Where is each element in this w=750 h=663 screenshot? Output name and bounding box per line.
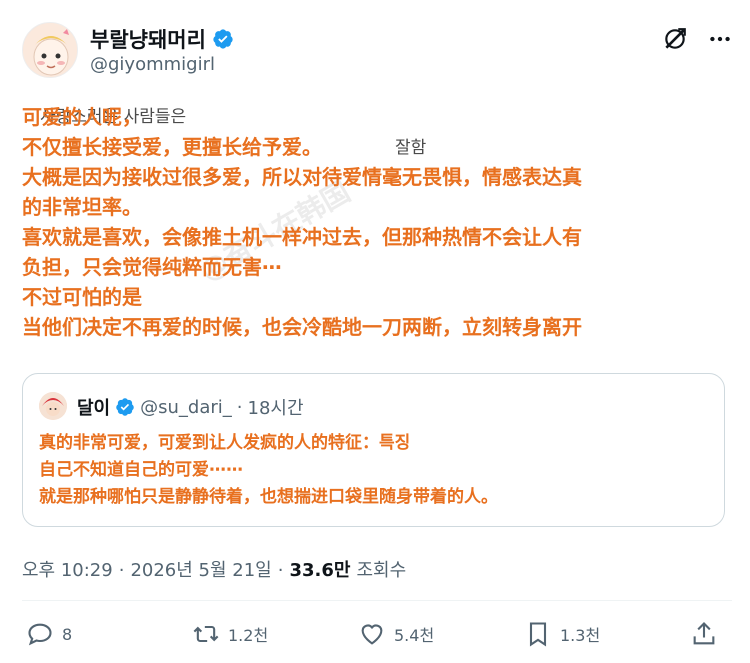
name-row: 부랄냥돼머리 xyxy=(90,24,234,54)
quoted-line: 自己不知道自己的可爱⋯⋯ xyxy=(39,460,243,480)
heart-icon xyxy=(361,624,383,645)
grok-icon[interactable] xyxy=(662,26,688,52)
more-options-icon[interactable] xyxy=(707,26,733,52)
action-bar: 8 1.2천 5.4천 1.3천 xyxy=(22,620,722,654)
share-button[interactable] xyxy=(690,620,718,648)
repost-count: 1.2천 xyxy=(228,626,269,645)
quoted-line: 就是那种哪怕只是静静待着，也想揣进口袋里随身带着的人。 xyxy=(39,487,498,507)
reply-button[interactable]: 8 xyxy=(26,620,72,648)
author-display-name[interactable]: 부랄냥돼머리 xyxy=(90,24,206,54)
post-line: 大概是因为接收过很多爱，所以对待爱情毫无畏惧，情感表达真 xyxy=(22,165,582,189)
like-count: 5.4천 xyxy=(394,626,435,645)
meta-separator: · xyxy=(118,560,125,581)
quoted-time[interactable]: 18시간 xyxy=(248,394,304,420)
view-count-label: 조회수 xyxy=(356,560,407,581)
bookmark-count: 1.3천 xyxy=(560,626,601,645)
avatar[interactable] xyxy=(22,22,78,78)
post-line: 不过可怕的是 xyxy=(22,285,142,309)
post-time[interactable]: 오후 10:29 xyxy=(22,556,113,582)
meta-separator: · xyxy=(277,560,284,581)
repost-icon xyxy=(193,625,219,643)
post-line: 可爱的人呢， xyxy=(22,105,142,129)
post-line: 当他们决定不再爱的时候，也会冷酷地一刀两断，立刻转身离开 xyxy=(22,315,582,339)
share-icon xyxy=(693,622,715,645)
author-handle[interactable]: @giyommigirl xyxy=(90,54,215,75)
post-line: 喜欢就是喜欢，会像推土机一样冲过去，但那种热情不会让人有 xyxy=(22,225,582,249)
repost-button[interactable]: 1.2천 xyxy=(192,620,268,648)
quoted-avatar xyxy=(39,392,67,420)
verified-badge-icon xyxy=(116,398,134,416)
bookmark-button[interactable]: 1.3천 xyxy=(524,620,600,648)
quoted-post[interactable]: 달이 @su_dari_ · 18시간 真的非常可爱，可爱到让人发疯的人的特征：… xyxy=(22,373,725,527)
quoted-body: 真的非常可爱，可爱到让人发疯的人的特征：특징 自己不知道自己的可爱⋯⋯ 就是那种… xyxy=(39,430,498,511)
post-header: 부랄냥돼머리 @giyommigirl xyxy=(22,18,732,82)
like-button[interactable]: 5.4천 xyxy=(358,620,434,648)
post-date[interactable]: 2026년 5월 21일 xyxy=(130,556,271,582)
post-line: 的非常坦率。 xyxy=(22,195,142,219)
reply-count: 8 xyxy=(62,624,73,644)
post-metadata: 오후 10:29 · 2026년 5월 21일 · 33.6만 조회수 xyxy=(22,556,406,582)
divider xyxy=(22,600,732,601)
view-count: 33.6만 xyxy=(289,560,351,581)
post-body: 可爱的人呢， 不仅擅长接受爱，更擅长给予爱。 大概是因为接收过很多爱，所以对待爱… xyxy=(22,102,737,342)
bookmark-icon xyxy=(529,622,547,647)
quoted-handle[interactable]: @su_dari_ xyxy=(140,397,232,418)
meta-separator: · xyxy=(236,396,243,418)
quoted-display-name[interactable]: 달이 xyxy=(77,394,110,420)
reply-icon xyxy=(28,623,52,646)
post-line: 负担，只会觉得纯粹而无害⋯ xyxy=(22,255,282,279)
post-line: 不仅擅长接受爱，更擅长给予爱。 xyxy=(22,135,322,159)
verified-badge-icon xyxy=(213,29,233,49)
quoted-line: 真的非常可爱，可爱到让人发疯的人的特征：특징 xyxy=(39,433,411,453)
quoted-header: 달이 @su_dari_ · 18시간 xyxy=(77,394,304,420)
